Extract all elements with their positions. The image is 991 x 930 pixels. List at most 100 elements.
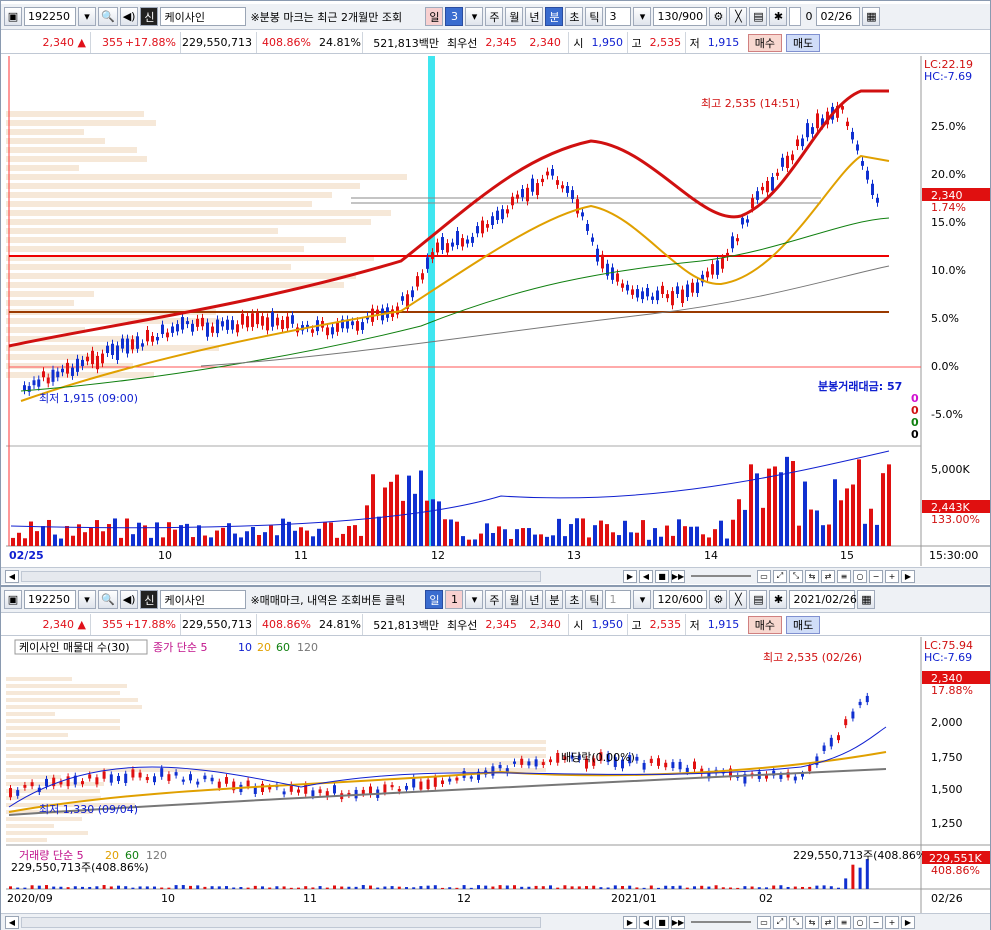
tool-icon-2[interactable]: ⤢: [773, 569, 787, 583]
tool-icon-5[interactable]: ⇄: [821, 569, 835, 583]
buy-button[interactable]: 매수: [747, 615, 782, 634]
tab-month[interactable]: 월: [505, 590, 524, 609]
window-icon[interactable]: ▣: [4, 7, 22, 26]
speaker-icon[interactable]: ◀): [119, 7, 139, 26]
zoom-slider[interactable]: [691, 575, 751, 577]
scroll-left-icon[interactable]: ◀: [5, 569, 19, 583]
plus-icon[interactable]: +: [885, 915, 899, 929]
checkbox[interactable]: [789, 7, 802, 26]
scrollbar-track[interactable]: [21, 570, 541, 582]
tool-icon-2[interactable]: ⤢: [773, 915, 787, 929]
count-field[interactable]: 130/900: [653, 7, 708, 26]
candle-body: [71, 367, 74, 376]
code-dropdown-icon[interactable]: ▾: [78, 590, 96, 609]
tab-second[interactable]: 초: [565, 7, 584, 26]
daily-chart[interactable]: 케이사인 매물대 수(30) 종가 단순 5 10 20 60 120 최고 2…: [1, 637, 990, 913]
minus-icon[interactable]: −: [869, 915, 883, 929]
unit-value-field[interactable]: 1: [605, 590, 632, 609]
settings-icon[interactable]: ⚙: [709, 7, 728, 26]
tab-minute[interactable]: 분: [545, 590, 564, 609]
search-icon[interactable]: 🔍: [98, 590, 118, 609]
play-icon[interactable]: ▶: [623, 569, 637, 583]
tab-year[interactable]: 년: [525, 590, 544, 609]
date-field[interactable]: 2021/02/26: [789, 590, 857, 609]
tool-icon-5[interactable]: ⇄: [821, 915, 835, 929]
tool-icon-6[interactable]: ≡: [837, 569, 851, 583]
tool-icon-3[interactable]: ⤡: [789, 915, 803, 929]
save-icon[interactable]: ▤: [749, 7, 768, 26]
stop-icon[interactable]: ■: [655, 569, 669, 583]
scroll-left-icon[interactable]: ◀: [5, 915, 19, 929]
fast-forward-icon[interactable]: ▶▶: [671, 569, 685, 583]
count-field[interactable]: 120/600: [653, 590, 708, 609]
tab-tick[interactable]: 틱: [585, 7, 604, 26]
volume-bar: [863, 523, 867, 546]
high-price: 2,535: [646, 614, 686, 635]
unit-dropdown-icon[interactable]: ▾: [633, 590, 652, 609]
scroll-right-icon[interactable]: ▶: [901, 915, 915, 929]
window-icon[interactable]: ▣: [4, 590, 22, 609]
top-name-field[interactable]: 케이사인: [160, 7, 247, 26]
date-field[interactable]: 02/26: [816, 7, 861, 26]
bottom-code-input[interactable]: 192250: [24, 590, 76, 609]
candle-body: [566, 185, 569, 193]
chart-tool-icon[interactable]: ╳: [729, 7, 748, 26]
prev-icon[interactable]: ◀: [639, 915, 653, 929]
tool-icon-4[interactable]: ⇆: [805, 915, 819, 929]
candle-body: [581, 212, 584, 217]
scrollbar-track[interactable]: [21, 916, 541, 928]
chart-tool-icon[interactable]: ╳: [729, 590, 748, 609]
sell-button[interactable]: 매도: [786, 615, 821, 634]
plus-icon[interactable]: +: [885, 569, 899, 583]
stop-icon[interactable]: ■: [655, 915, 669, 929]
tab-second[interactable]: 초: [565, 590, 584, 609]
gear-icon[interactable]: ✱: [769, 590, 788, 609]
tab-period-value[interactable]: 1: [445, 590, 464, 609]
zoom-icon[interactable]: ○: [853, 569, 867, 583]
period-dropdown-icon[interactable]: ▾: [465, 7, 484, 26]
zoom-icon[interactable]: ○: [853, 915, 867, 929]
period-dropdown-icon[interactable]: ▾: [465, 590, 484, 609]
minute-chart[interactable]: 최고 2,535 (14:51) 최저 1,915 (09:00) 분봉거래대금…: [1, 56, 990, 566]
tool-icon-3[interactable]: ⤡: [789, 569, 803, 583]
volume-bar: [737, 499, 741, 546]
tab-week[interactable]: 주: [485, 590, 504, 609]
tab-month[interactable]: 월: [505, 7, 524, 26]
tool-icon-6[interactable]: ≡: [837, 915, 851, 929]
search-icon[interactable]: 🔍: [98, 7, 118, 26]
tab-period-value[interactable]: 3: [445, 7, 464, 26]
tab-minute[interactable]: 분: [545, 7, 564, 26]
buy-button[interactable]: 매수: [747, 33, 782, 52]
calendar-icon[interactable]: ▦: [862, 7, 881, 26]
settings-icon[interactable]: ⚙: [709, 590, 728, 609]
volume-bar: [246, 887, 250, 889]
play-icon[interactable]: ▶: [623, 915, 637, 929]
tool-icon-1[interactable]: ▭: [757, 569, 771, 583]
unit-dropdown-icon[interactable]: ▾: [633, 7, 652, 26]
calendar-icon[interactable]: ▦: [857, 590, 876, 609]
tab-year[interactable]: 년: [525, 7, 544, 26]
scroll-right-icon[interactable]: ▶: [901, 569, 915, 583]
tab-day[interactable]: 일: [425, 590, 444, 609]
volume-ratio: 408.86%: [262, 36, 311, 49]
top-code-input[interactable]: 192250: [24, 7, 76, 26]
save-icon[interactable]: ▤: [749, 590, 768, 609]
code-dropdown-icon[interactable]: ▾: [78, 7, 96, 26]
candle-body: [96, 355, 99, 370]
tab-tick[interactable]: 틱: [585, 590, 604, 609]
tool-icon-4[interactable]: ⇆: [805, 569, 819, 583]
speaker-icon[interactable]: ◀): [119, 590, 139, 609]
candle-body: [268, 786, 272, 790]
fast-forward-icon[interactable]: ▶▶: [671, 915, 685, 929]
sell-button[interactable]: 매도: [786, 33, 821, 52]
bottom-name-field[interactable]: 케이사인: [160, 590, 247, 609]
gear-icon[interactable]: ✱: [769, 7, 788, 26]
zoom-slider[interactable]: [691, 921, 751, 923]
unit-value-field[interactable]: 3: [605, 7, 632, 26]
vol-tag-pct: 408.86%: [931, 864, 980, 877]
tab-day[interactable]: 일: [425, 7, 444, 26]
tool-icon-1[interactable]: ▭: [757, 915, 771, 929]
minus-icon[interactable]: −: [869, 569, 883, 583]
tab-week[interactable]: 주: [485, 7, 504, 26]
prev-icon[interactable]: ◀: [639, 569, 653, 583]
